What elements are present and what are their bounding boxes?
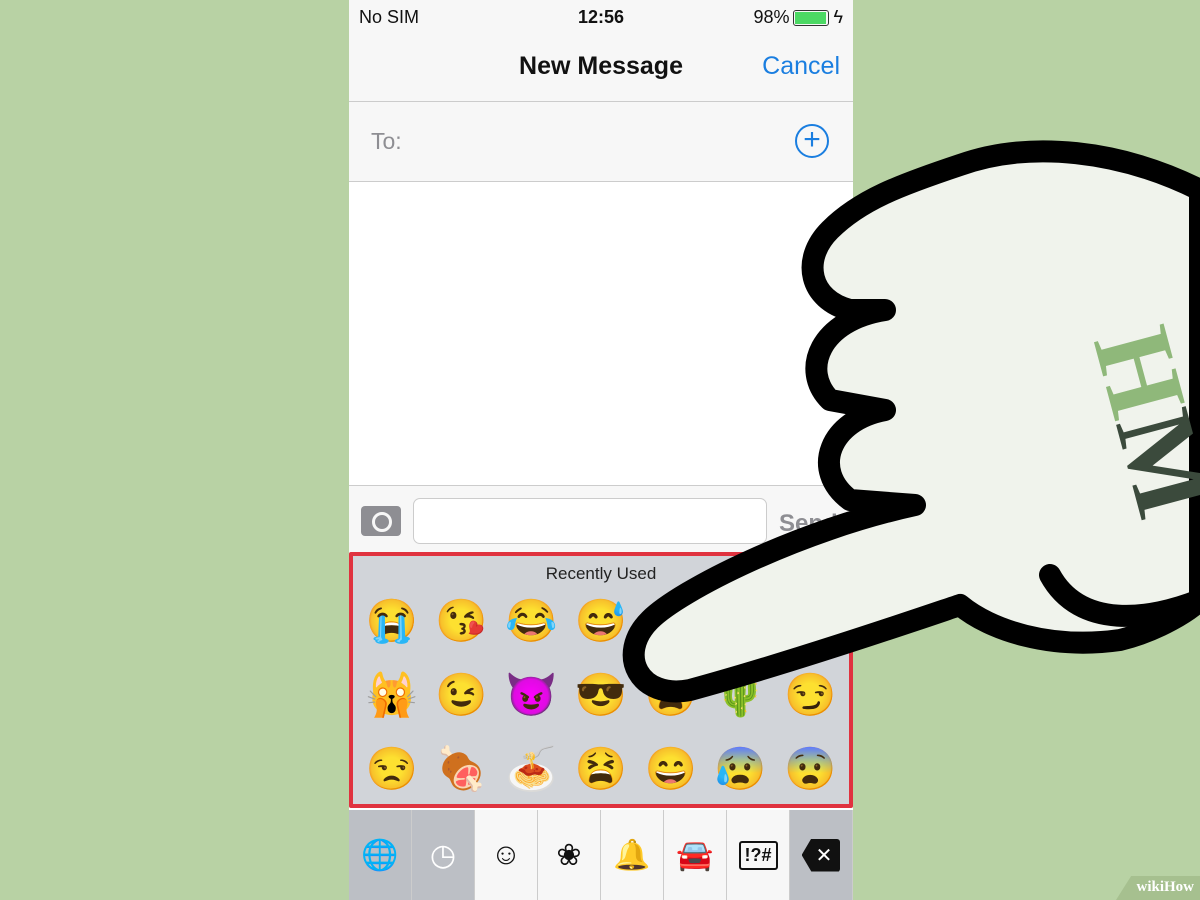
- pointing-hand-illustration: HM: [622, 140, 1200, 703]
